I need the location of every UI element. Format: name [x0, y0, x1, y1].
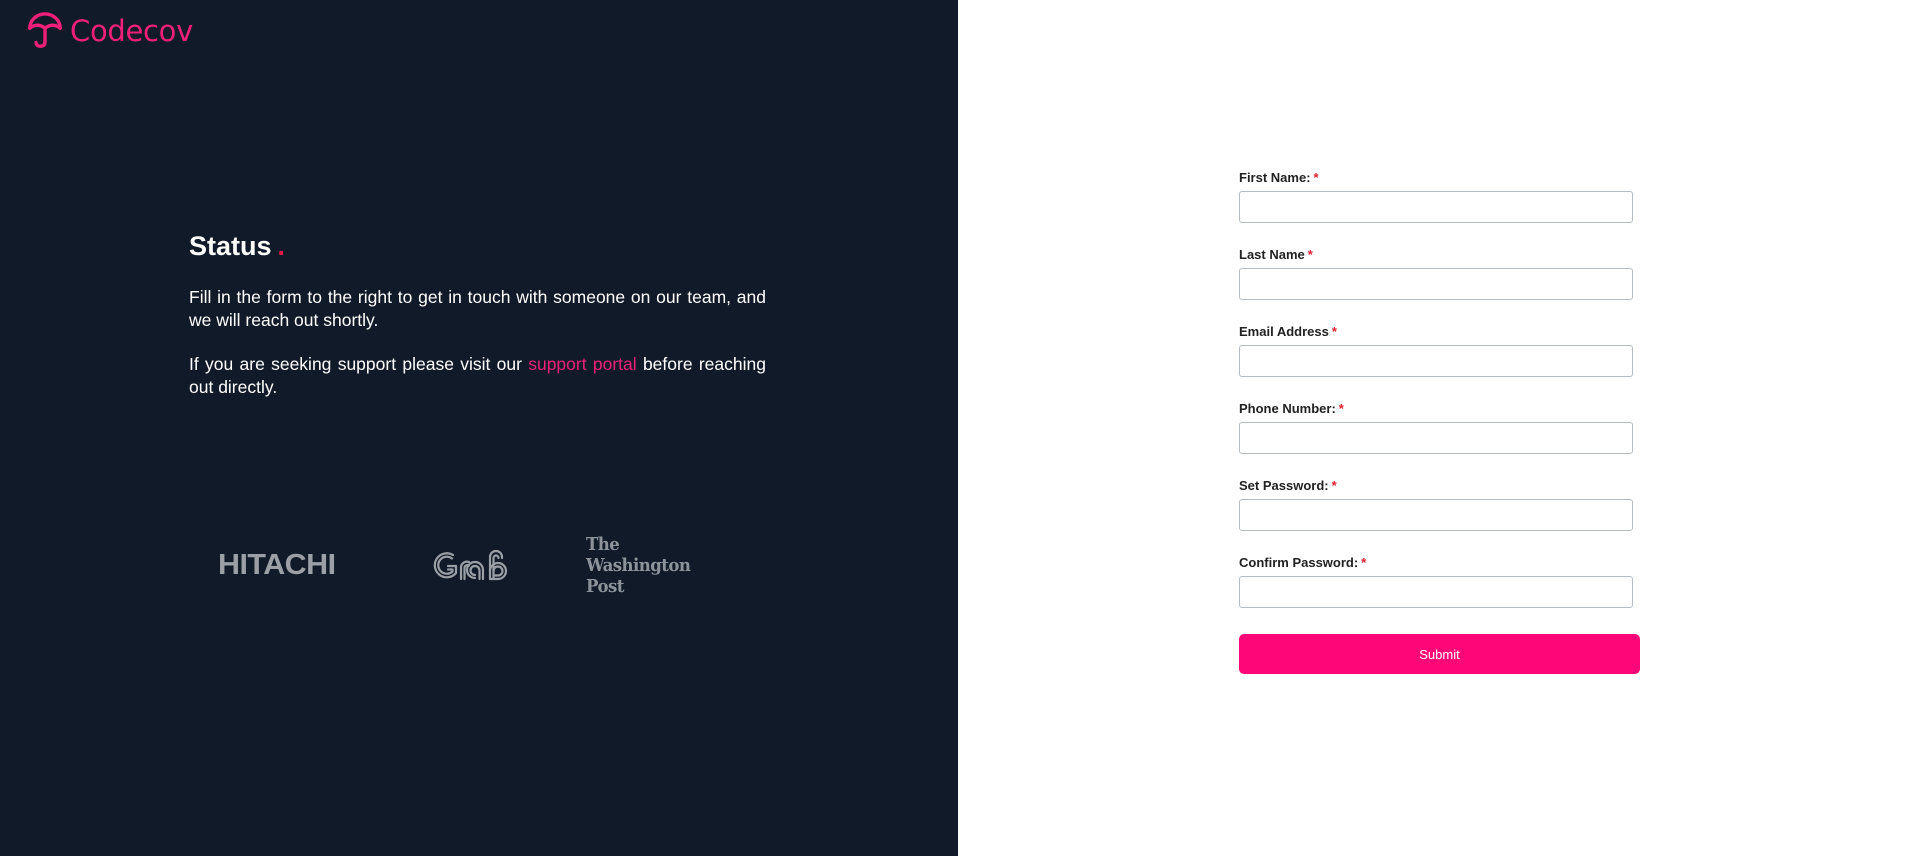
support-paragraph: If you are seeking support please visit … — [189, 353, 766, 399]
info-panel: Codecov Status. Fill in the form to the … — [0, 0, 958, 856]
set-password-label-text: Set Password: — [1239, 478, 1329, 493]
first-name-label: First Name: * — [1239, 170, 1319, 186]
required-marker: * — [1313, 170, 1319, 185]
codecov-logo[interactable]: Codecov — [26, 12, 193, 50]
hitachi-logo: HITACHI — [218, 548, 336, 581]
last-name-label-text: Last Name — [1239, 247, 1305, 262]
email-label: Email Address * — [1239, 324, 1337, 340]
set-password-label: Set Password: * — [1239, 478, 1337, 494]
email-field: Email Address * — [1239, 324, 1641, 401]
grab-logo-icon — [433, 549, 508, 581]
phone-label: Phone Number: * — [1239, 401, 1344, 417]
confirm-password-label: Confirm Password: * — [1239, 555, 1366, 571]
required-marker: * — [1307, 247, 1313, 262]
set-password-field: Set Password: * — [1239, 478, 1641, 555]
required-marker: * — [1361, 555, 1367, 570]
contact-panel: First Name: * Last Name * Email Address * P… — [958, 0, 1917, 856]
first-name-field: First Name: * — [1239, 170, 1641, 247]
grab-logo — [433, 545, 517, 585]
phone-field: Phone Number: * — [1239, 401, 1641, 478]
brand-name: Codecov — [70, 14, 193, 48]
first-name-label-text: First Name: — [1239, 170, 1311, 185]
confirm-password-field: Confirm Password: * — [1239, 555, 1641, 632]
phone-input[interactable] — [1239, 422, 1633, 454]
page: Codecov Status. Fill in the form to the … — [0, 0, 1917, 856]
washington-post-logo: The Washington Post — [586, 533, 691, 597]
contact-form: First Name: * Last Name * Email Address * P… — [1239, 170, 1641, 674]
page-title-text: Status — [189, 231, 272, 261]
page-title: Status. — [189, 228, 766, 264]
required-marker: * — [1338, 401, 1344, 416]
support-text-before: If you are seeking support please visit … — [189, 354, 529, 374]
customer-logos: HITACHI The Washington Post — [218, 533, 738, 597]
intro-section: Status. Fill in the form to the right to… — [189, 228, 766, 420]
last-name-input[interactable] — [1239, 268, 1633, 300]
intro-paragraph: Fill in the form to the right to get in … — [189, 287, 766, 330]
email-label-text: Email Address — [1239, 324, 1329, 339]
required-marker: * — [1331, 324, 1337, 339]
umbrella-logo-icon — [28, 12, 62, 48]
confirm-password-label-text: Confirm Password: — [1239, 555, 1359, 570]
confirm-password-input[interactable] — [1239, 576, 1633, 608]
set-password-input[interactable] — [1239, 499, 1633, 531]
support-portal-link[interactable]: support portal — [528, 354, 636, 374]
email-input[interactable] — [1239, 345, 1633, 377]
first-name-input[interactable] — [1239, 191, 1633, 223]
title-dot: . — [277, 231, 286, 261]
last-name-field: Last Name * — [1239, 247, 1641, 324]
last-name-label: Last Name * — [1239, 247, 1313, 263]
submit-button[interactable]: Submit — [1239, 634, 1640, 674]
required-marker: * — [1331, 478, 1337, 493]
phone-label-text: Phone Number: — [1239, 401, 1336, 416]
